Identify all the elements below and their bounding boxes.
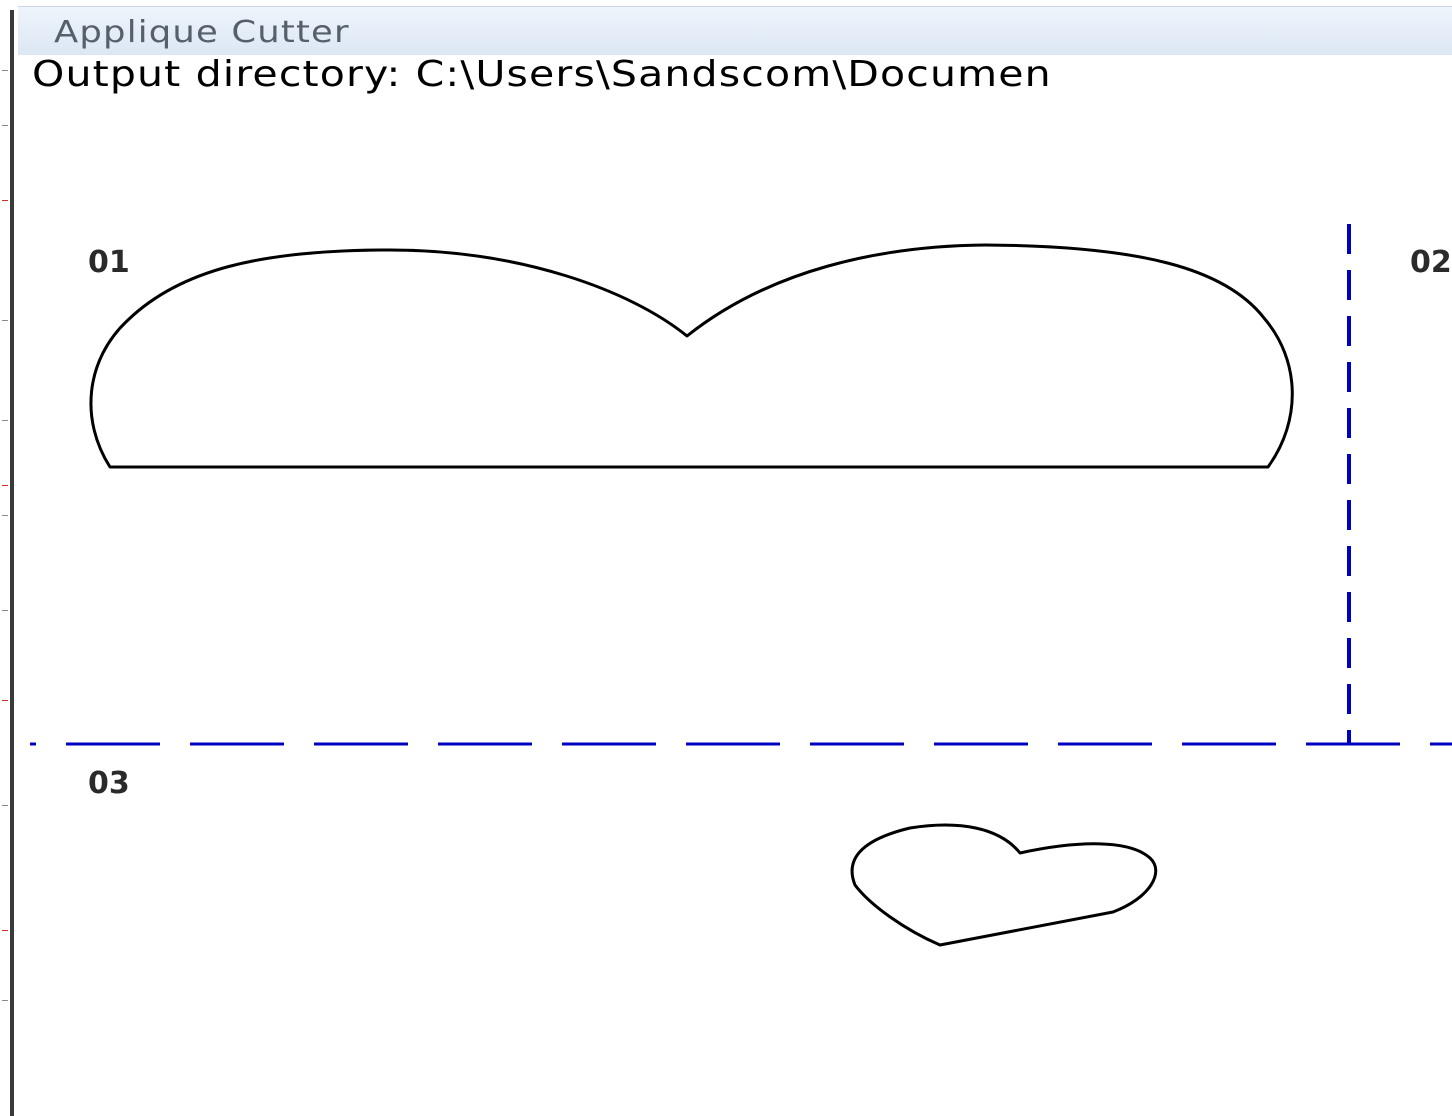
piece-01-outline[interactable] (89, 243, 1294, 469)
cut-layout-canvas[interactable]: 01 02 03 (0, 0, 1452, 1116)
screen: Applique Cutter Output directory: C:\Use… (0, 0, 1452, 1116)
piece-label-03: 03 (88, 766, 130, 801)
piece-label-02: 02 (1410, 245, 1452, 280)
piece-label-01: 01 (88, 245, 130, 280)
piece-03-heart-outline[interactable] (850, 823, 1158, 947)
